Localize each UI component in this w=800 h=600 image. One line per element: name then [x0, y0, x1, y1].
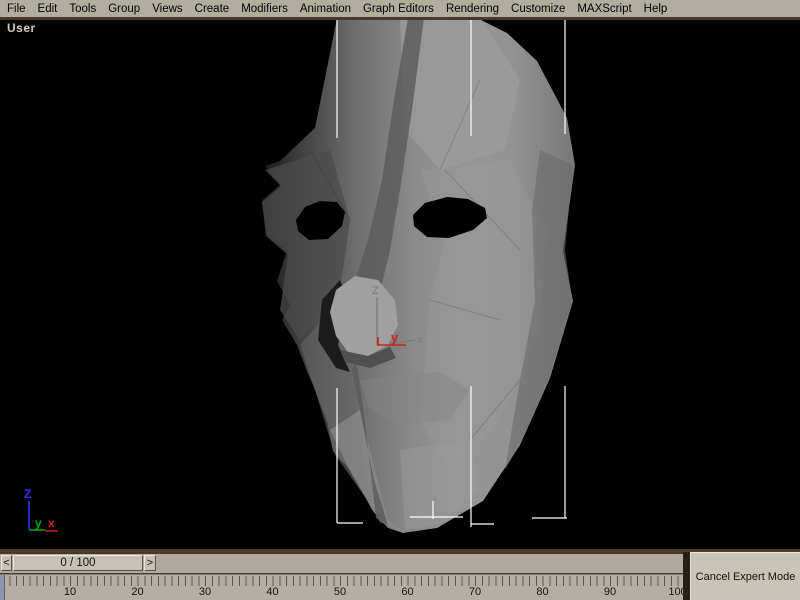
time-slider-track[interactable]: < 0 / 100 > — [0, 554, 683, 573]
menubar-items: FileEditToolsGroupViewsCreateModifiersAn… — [0, 0, 800, 17]
ruler-label-40: 40 — [266, 586, 278, 598]
menu-item-animation[interactable]: Animation — [294, 3, 357, 15]
next-frame-button[interactable]: > — [144, 555, 156, 571]
menu-item-file[interactable]: File — [1, 3, 32, 15]
ruler-label-100: 100 — [668, 586, 683, 598]
bottom-bar-divider — [683, 552, 690, 600]
menu-item-graph-editors[interactable]: Graph Editors — [357, 3, 440, 15]
ruler-label-10: 10 — [64, 586, 76, 598]
ruler-label-30: 30 — [199, 586, 211, 598]
time-slider-button[interactable]: 0 / 100 — [13, 555, 143, 571]
cancel-expert-mode-button[interactable]: Cancel Expert Mode — [690, 552, 800, 600]
ruler-label-90: 90 — [604, 586, 616, 598]
gizmo-y-label: y — [391, 330, 399, 345]
previous-frame-button[interactable]: < — [1, 555, 12, 571]
gizmo-z-label: Z — [372, 285, 379, 297]
menu-item-views[interactable]: Views — [146, 3, 188, 15]
menu-item-tools[interactable]: Tools — [63, 3, 102, 15]
bottom-bar: < 0 / 100 > 0102030405060708090100 Cance… — [0, 549, 800, 600]
menu-item-modifiers[interactable]: Modifiers — [235, 3, 294, 15]
world-axis-z-label: Z — [24, 487, 31, 501]
menu-item-edit[interactable]: Edit — [32, 3, 64, 15]
gizmo-x-label: x — [417, 332, 423, 346]
current-frame-marker[interactable] — [0, 575, 5, 600]
menu-item-maxscript[interactable]: MAXScript — [571, 3, 637, 15]
viewport-canvas: Z x y Z y x — [0, 20, 800, 549]
world-axis-y-label: y — [35, 516, 42, 530]
ruler-label-80: 80 — [536, 586, 548, 598]
ruler-labels: 0102030405060708090100 — [0, 575, 683, 600]
ruler-label-50: 50 — [334, 586, 346, 598]
ruler-label-70: 70 — [469, 586, 481, 598]
viewport-label[interactable]: User — [7, 21, 36, 35]
menu-item-rendering[interactable]: Rendering — [440, 3, 505, 15]
world-axis-tripod: Z y x — [24, 487, 58, 531]
menu-item-customize[interactable]: Customize — [505, 3, 571, 15]
ruler-label-20: 20 — [131, 586, 143, 598]
world-axis-x-label: x — [48, 516, 55, 530]
mask-mesh — [262, 20, 575, 533]
viewport-user[interactable]: Z x y Z y x User — [0, 20, 800, 549]
ruler-label-60: 60 — [401, 586, 413, 598]
menu-bar: FileEditToolsGroupViewsCreateModifiersAn… — [0, 0, 800, 20]
track-bar-ruler[interactable]: 0102030405060708090100 — [0, 574, 683, 600]
menu-item-help[interactable]: Help — [638, 3, 674, 15]
menu-item-create[interactable]: Create — [189, 3, 236, 15]
menu-item-group[interactable]: Group — [102, 3, 146, 15]
